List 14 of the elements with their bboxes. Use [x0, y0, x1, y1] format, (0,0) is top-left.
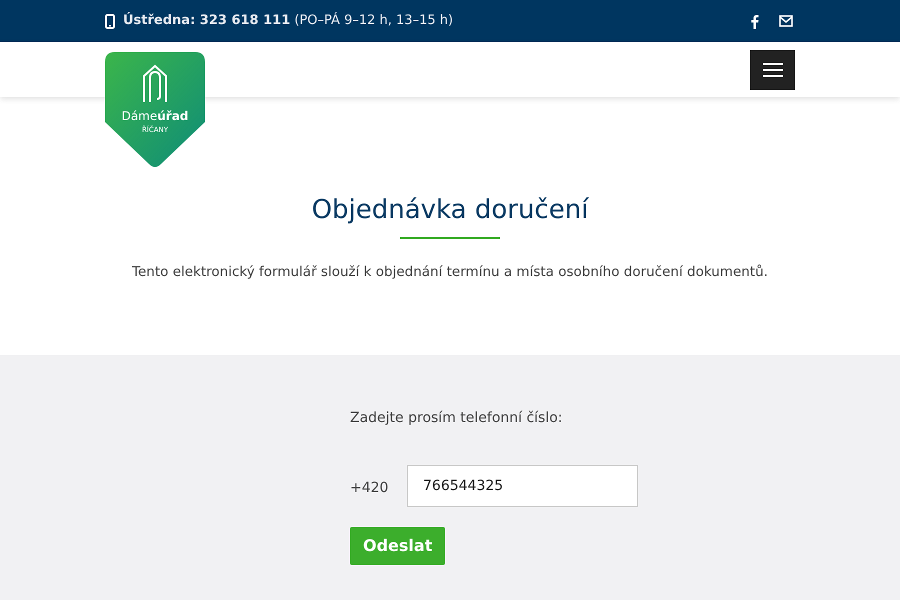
submit-button[interactable]: Odeslat — [350, 527, 446, 565]
page-title: Objednávka doručení — [312, 197, 588, 223]
phone-input[interactable]: 766544325 — [407, 465, 638, 507]
form-label: Zadejte prosím telefonní číslo: — [350, 409, 564, 428]
facebook-icon[interactable] — [750, 14, 759, 28]
menu-button[interactable] — [750, 50, 795, 90]
house-icon — [142, 64, 168, 104]
phone-info: Ústředna: 323 618 111 (PO–PÁ 9–12 h, 13–15 h) — [123, 11, 454, 30]
menu-icon — [762, 62, 782, 76]
phone-icon — [105, 14, 115, 28]
intro-text: Tento elektronický formulář slouží k objednání termínu a místa osobního doručení dokumentů. — [132, 263, 768, 282]
mail-icon[interactable] — [779, 15, 793, 27]
logo-name: Dámeúřad — [122, 110, 188, 122]
phone-prefix: +420 — [350, 478, 390, 498]
